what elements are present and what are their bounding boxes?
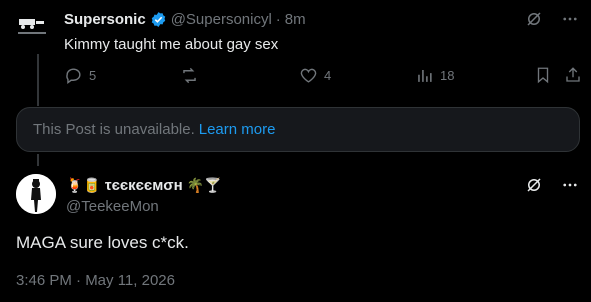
post-time[interactable]: 8m: [285, 11, 306, 28]
avatar[interactable]: [16, 10, 48, 42]
grok-icon[interactable]: [525, 10, 543, 28]
wagon-logo-icon: [18, 19, 46, 34]
display-name[interactable]: Supersonic: [64, 11, 146, 28]
post-text: Kimmy taught me about gay sex: [64, 36, 279, 53]
separator: ·: [275, 11, 281, 28]
post-text: MAGA sure loves c*ck.: [16, 233, 189, 252]
like-count: 4: [324, 68, 332, 83]
more-icon[interactable]: [561, 10, 579, 28]
post-actions: 5 4 18: [64, 66, 582, 86]
post-timestamp[interactable]: 3:46 PM · May 11, 2026: [16, 272, 175, 289]
share-icon: [564, 66, 582, 84]
thread-line: [37, 154, 39, 166]
unavailable-post-notice: This Post is unavailable. Learn more: [16, 107, 580, 152]
repost-button[interactable]: [180, 66, 205, 85]
unavailable-message: This Post is unavailable.: [33, 121, 195, 138]
views-button[interactable]: 18: [415, 66, 454, 85]
reply-button[interactable]: 5: [64, 66, 96, 85]
handle[interactable]: @Supersonicyl: [171, 11, 272, 28]
views-count: 18: [440, 68, 455, 83]
name-emoji-right: 🌴🍸: [186, 177, 222, 193]
bookmark-button[interactable]: [534, 66, 552, 84]
reply-icon: [64, 66, 83, 85]
grok-icon[interactable]: [525, 176, 543, 194]
more-icon[interactable]: [561, 176, 579, 194]
like-button[interactable]: 4: [299, 66, 331, 85]
heart-icon: [299, 66, 318, 85]
repost-icon: [180, 66, 199, 85]
name-emoji-left: 🍹🥫: [66, 177, 101, 193]
post-header: Supersonic @Supersonicyl · 8m: [64, 11, 306, 28]
silhouette-avatar-icon: [16, 174, 56, 214]
share-button[interactable]: [564, 66, 582, 84]
handle[interactable]: @TeekeeMon: [66, 198, 159, 215]
post-top-actions: [525, 176, 579, 194]
thread-line: [37, 54, 39, 106]
post-top-actions: [525, 10, 579, 28]
avatar[interactable]: [16, 174, 56, 214]
bookmark-icon: [534, 66, 552, 84]
post-header: 🍹🥫 τєєкєємσн 🌴🍸: [66, 177, 222, 194]
verified-badge-icon: [150, 11, 167, 28]
reply-count: 5: [89, 68, 97, 83]
learn-more-link[interactable]: Learn more: [199, 121, 276, 138]
display-name[interactable]: τєєкєємσн: [105, 177, 183, 194]
views-icon: [415, 66, 434, 85]
